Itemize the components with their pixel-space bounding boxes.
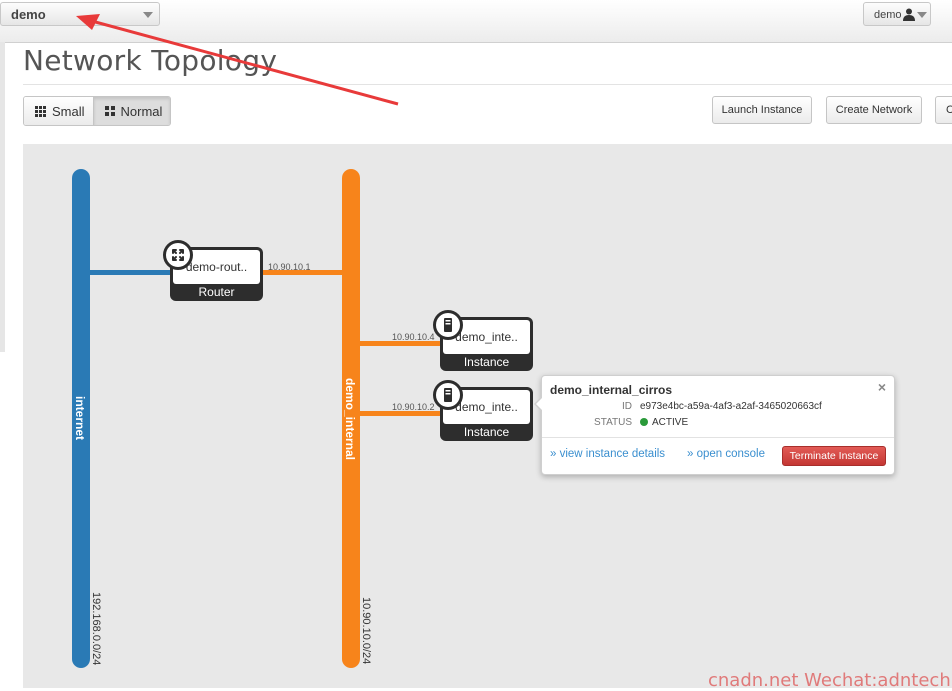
router-icon [163,240,193,270]
router-type: Router [198,285,235,299]
router-ip-label: 10.90.10.1 [268,262,311,272]
sidebar-edge [0,42,5,352]
popup-id-label: ID [622,401,632,412]
user-menu[interactable]: demo [863,2,931,26]
project-selector[interactable]: demo [0,2,160,26]
project-selector-label: demo [11,7,46,22]
create-router-button[interactable]: C [935,96,952,124]
instance-type: Instance [463,425,510,439]
grid-large-icon [104,106,115,116]
create-network-button[interactable]: Create Network [826,96,922,124]
user-menu-label: demo [874,9,902,21]
server-icon [433,310,463,340]
open-console-link[interactable]: » open console [687,448,765,460]
normal-view-button[interactable]: Normal [92,97,171,125]
server-icon [433,380,463,410]
popup-status: ACTIVE [640,417,688,428]
instance-type: Instance [463,355,510,369]
popup-status-value: ACTIVE [652,417,689,428]
page-title: Network Topology [23,44,278,77]
launch-instance-button[interactable]: Launch Instance [712,96,812,124]
view-size-toggle: Small Normal [23,96,172,126]
network-name: internet [73,396,87,441]
instance-ip-label: 10.90.10.4 [392,332,435,342]
grid-small-icon [35,105,46,117]
top-navbar: demo demo [0,0,952,43]
title-divider [23,84,952,85]
popup-arrow-fill [536,397,543,411]
popup-divider [542,437,894,438]
popup-id-value: e973e4bc-a59a-4af3-a2af-3465020663cf [640,401,822,412]
network-name: demo_internal [343,378,357,461]
view-instance-details-link[interactable]: » view instance details [550,448,665,460]
network-cidr: 10.90.10.0/24 [360,597,372,665]
small-view-button[interactable]: Small [24,97,93,125]
status-active-icon [640,418,648,426]
chevron-down-icon [917,12,927,18]
network-cidr: 192.168.0.0/24 [90,592,102,666]
normal-view-label: Normal [120,103,163,119]
link-internet-router [90,270,172,275]
close-icon[interactable]: × [878,379,886,395]
terminate-instance-button[interactable]: Terminate Instance [782,446,886,466]
chevron-down-icon [143,12,153,18]
popup-title: demo_internal_cirros [550,383,673,397]
small-view-label: Small [52,103,85,119]
instance-detail-popup: demo_internal_cirros × ID e973e4bc-a59a-… [534,375,895,475]
instance-ip-label: 10.90.10.2 [392,402,435,412]
user-icon [903,8,915,21]
popup-status-label: STATUS [594,417,632,428]
